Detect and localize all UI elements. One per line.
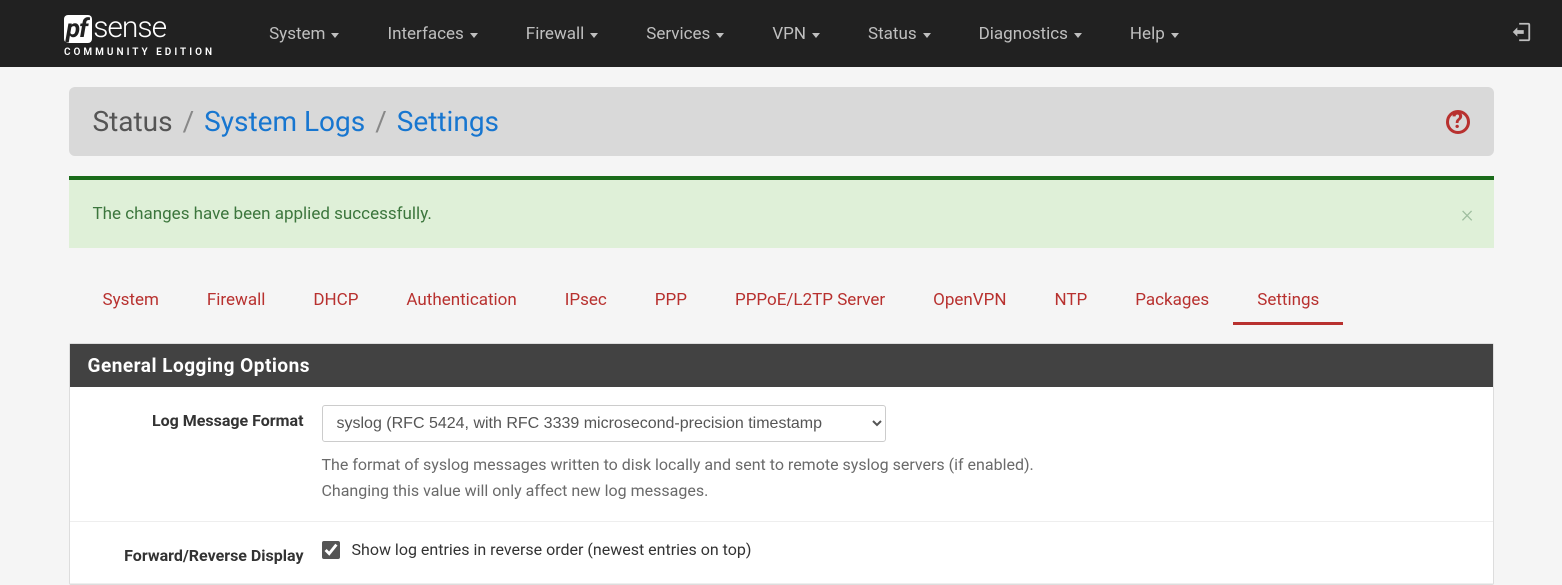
row-reverse-display: Forward/Reverse Display Show log entries…: [70, 522, 1493, 584]
tab-packages[interactable]: Packages: [1111, 278, 1233, 325]
tab-firewall[interactable]: Firewall: [183, 278, 289, 325]
nav-status[interactable]: Status: [844, 2, 955, 66]
success-alert: The changes have been applied successful…: [69, 176, 1494, 248]
tab-pppoe[interactable]: PPPoE/L2TP Server: [711, 278, 909, 325]
nav-help[interactable]: Help: [1106, 2, 1203, 66]
breadcrumb: Status / System Logs / Settings: [93, 105, 500, 138]
caret-icon: [1074, 33, 1082, 38]
close-icon[interactable]: ×: [1461, 200, 1474, 228]
row-log-format: Log Message Format syslog (RFC 5424, wit…: [70, 387, 1493, 522]
select-log-format[interactable]: syslog (RFC 5424, with RFC 3339 microsec…: [322, 405, 886, 442]
breadcrumb-bar: Status / System Logs / Settings ?: [69, 87, 1494, 156]
nav-label: Services: [646, 24, 710, 44]
logo-subtitle: COMMUNITY EDITION: [64, 47, 215, 58]
tab-ntp[interactable]: NTP: [1030, 278, 1111, 325]
panel-title: General Logging Options: [70, 344, 1493, 387]
nav-label: Help: [1130, 24, 1165, 44]
nav-items: System Interfaces Firewall Services VPN …: [245, 2, 1500, 66]
logo[interactable]: pfsense COMMUNITY EDITION: [64, 10, 215, 58]
breadcrumb-root[interactable]: Status: [93, 105, 173, 138]
caret-icon: [590, 33, 598, 38]
nav-interfaces[interactable]: Interfaces: [363, 2, 501, 66]
caret-icon: [1171, 33, 1179, 38]
breadcrumb-systemlogs[interactable]: System Logs: [204, 105, 365, 138]
logout-icon[interactable]: [1500, 11, 1542, 57]
page-container: Status / System Logs / Settings ? The ch…: [69, 67, 1494, 585]
caret-icon: [716, 33, 724, 38]
breadcrumb-sep: /: [375, 105, 387, 138]
logo-box: pf: [64, 15, 92, 43]
breadcrumb-sep: /: [183, 105, 195, 138]
caret-icon: [470, 33, 478, 38]
caret-icon: [331, 33, 339, 38]
alert-text: The changes have been applied successful…: [93, 204, 432, 224]
checkbox-reverse[interactable]: [322, 541, 340, 559]
log-tabs: System Firewall DHCP Authentication IPse…: [69, 278, 1494, 325]
tab-ipsec[interactable]: IPsec: [541, 278, 631, 325]
caret-icon: [812, 33, 820, 38]
nav-system[interactable]: System: [245, 2, 363, 66]
top-navbar: pfsense COMMUNITY EDITION System Interfa…: [0, 0, 1562, 67]
breadcrumb-settings[interactable]: Settings: [397, 105, 499, 138]
help-line: Changing this value will only affect new…: [322, 478, 1479, 504]
nav-label: Status: [868, 24, 917, 44]
nav-label: Firewall: [526, 24, 584, 44]
caret-icon: [923, 33, 931, 38]
logo-text: sense: [93, 10, 166, 45]
nav-services[interactable]: Services: [622, 2, 748, 66]
nav-firewall[interactable]: Firewall: [502, 2, 622, 66]
nav-label: VPN: [772, 24, 806, 44]
nav-label: Interfaces: [387, 24, 463, 44]
label-reverse: Forward/Reverse Display: [84, 540, 322, 565]
tab-system[interactable]: System: [79, 278, 183, 325]
help-line: The format of syslog messages written to…: [322, 452, 1479, 478]
tab-settings[interactable]: Settings: [1233, 278, 1343, 325]
tab-openvpn[interactable]: OpenVPN: [909, 278, 1030, 325]
tab-authentication[interactable]: Authentication: [382, 278, 540, 325]
label-log-format: Log Message Format: [84, 405, 322, 430]
nav-label: Diagnostics: [979, 24, 1068, 44]
checkbox-label: Show log entries in reverse order (newes…: [352, 540, 752, 559]
tab-ppp[interactable]: PPP: [631, 278, 711, 325]
nav-diagnostics[interactable]: Diagnostics: [955, 2, 1106, 66]
tab-dhcp[interactable]: DHCP: [289, 278, 382, 325]
general-logging-panel: General Logging Options Log Message Form…: [69, 343, 1494, 585]
nav-vpn[interactable]: VPN: [748, 2, 844, 66]
help-icon[interactable]: ?: [1446, 110, 1470, 134]
help-text: The format of syslog messages written to…: [322, 452, 1479, 503]
nav-label: System: [269, 24, 325, 44]
